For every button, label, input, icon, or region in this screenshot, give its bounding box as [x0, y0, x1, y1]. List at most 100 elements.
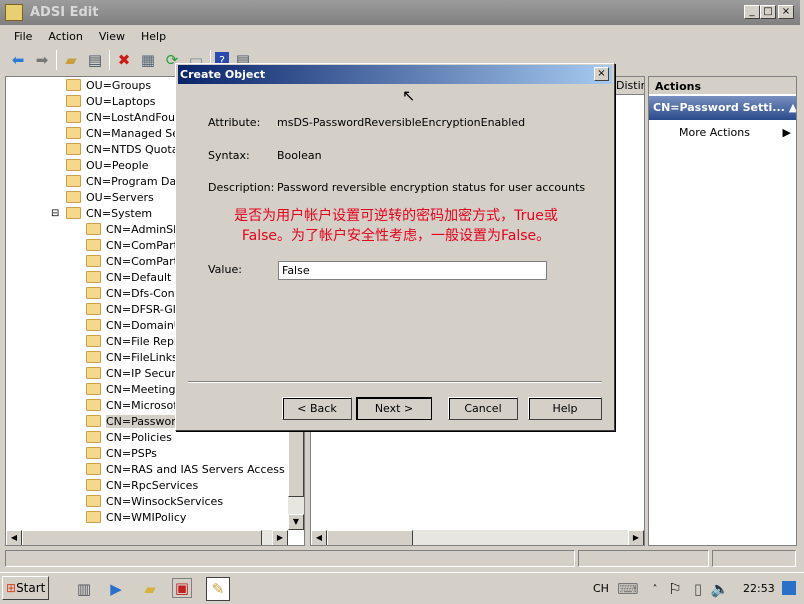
show-desktop-button[interactable] [782, 581, 796, 595]
forward-icon[interactable]: ➡ [32, 50, 52, 70]
scroll-thumb[interactable] [22, 530, 262, 545]
tree-item[interactable]: CN=RpcServices [86, 478, 198, 494]
properties-icon[interactable]: ▦ [138, 50, 158, 70]
cancel-button[interactable]: Cancel [448, 397, 518, 420]
tree-item-label: CN=RpcServices [106, 479, 199, 492]
tree-item-label: CN=RAS and IAS Servers Access Che [106, 463, 305, 476]
tree-item[interactable]: CN=Policies [86, 430, 172, 446]
tree-item-label: CN=WinsockServices [106, 495, 224, 508]
back-button[interactable]: < Back [282, 397, 352, 420]
tree-item[interactable]: CN=Microsoft [86, 398, 181, 414]
scroll-right-button[interactable]: ▶ [272, 530, 288, 545]
scroll-left-button[interactable]: ◀ [311, 530, 327, 545]
tree-item[interactable]: CN=Managed Serv [66, 126, 190, 142]
scroll-left-button[interactable]: ◀ [6, 530, 22, 545]
start-button[interactable]: ⊞Start [2, 576, 49, 600]
help-button[interactable]: Help [528, 397, 602, 420]
tree-item[interactable]: CN=WMIPolicy [86, 510, 186, 526]
tree-item[interactable]: CN=WinsockServices [86, 494, 223, 510]
attribute-label: Attribute: [208, 116, 261, 129]
tree-item[interactable]: CN=Dfs-Confi [86, 286, 181, 302]
tree-item[interactable]: OU=Servers [66, 190, 154, 206]
taskbar: ⊞Start ▥ ▶ ▰ ▣ ✎ CH ⌨ ˄ ⚐ ▯ 🔈 22:53 [0, 572, 804, 604]
volume-muted-icon[interactable]: 🔈 [710, 579, 730, 599]
server-manager-icon[interactable]: ▥ [74, 579, 94, 599]
more-actions-item[interactable]: More Actions ▶ [679, 126, 791, 139]
list-horizontal-scrollbar[interactable]: ◀ ▶ [311, 530, 644, 545]
tree-item-label: CN=ComPartit [106, 255, 186, 268]
show-hide-tree-icon[interactable]: ▤ [85, 50, 105, 70]
network-icon[interactable]: ▯ [688, 579, 708, 599]
scroll-right-button[interactable]: ▶ [628, 530, 644, 545]
tree-item-label: CN=PSPs [106, 447, 157, 460]
menu-file[interactable]: File [6, 26, 40, 46]
explorer-icon[interactable]: ▰ [140, 579, 160, 599]
clock[interactable]: 22:53 [743, 582, 775, 595]
status-panel [5, 550, 575, 567]
column-header-distinguished-name[interactable]: Distin [616, 79, 644, 92]
toolbar-separator [56, 50, 57, 70]
tree-item[interactable]: CN=PSPs [86, 446, 157, 462]
adsi-edit-app-icon [5, 4, 23, 21]
tree-item-label: OU=Servers [86, 191, 154, 204]
minimize-button[interactable]: _ [744, 5, 760, 19]
tree-item[interactable]: CN=IP Securit [86, 366, 183, 382]
show-hidden-icons[interactable]: ˄ [645, 579, 665, 599]
tree-item[interactable]: CN=ComPartit [86, 238, 185, 254]
up-icon[interactable]: ▰ [61, 50, 81, 70]
powershell-icon[interactable]: ▶ [106, 579, 126, 599]
scroll-down-button[interactable]: ▼ [288, 514, 304, 530]
tree-item[interactable]: CN=File Replic [86, 334, 186, 350]
folder-icon [86, 303, 101, 315]
tree-item[interactable]: CN=RAS and IAS Servers Access Che [86, 462, 305, 478]
tree-item[interactable]: CN=FileLinks [86, 350, 178, 366]
toolbar-separator [109, 50, 110, 70]
folder-icon [86, 495, 101, 507]
tree-item[interactable]: CN=NTDS Quotas [66, 142, 184, 158]
tree-item[interactable]: OU=Laptops [66, 94, 156, 110]
back-icon[interactable]: ⬅ [8, 50, 28, 70]
tree-item[interactable]: CN=Password [86, 414, 183, 430]
menu-action[interactable]: Action [40, 26, 90, 46]
maximize-button[interactable]: □ [760, 5, 776, 19]
dialog-close-button[interactable]: × [594, 67, 609, 81]
tree-item-label: CN=Password [106, 415, 183, 428]
next-button[interactable]: Next > [356, 397, 432, 420]
action-center-flag-icon[interactable]: ⚐ [665, 579, 685, 599]
actions-section-header[interactable]: CN=Password Setti... ▲ [649, 96, 796, 120]
tree-item[interactable]: CN=ComPartit [86, 254, 185, 270]
menu-help[interactable]: Help [133, 26, 174, 46]
tree-item-label: OU=Groups [86, 79, 152, 92]
delete-icon[interactable]: ✖ [114, 50, 134, 70]
dialog-title: Create Object [178, 65, 612, 84]
collapse-icon[interactable]: ▲ [789, 101, 796, 114]
folder-icon [66, 191, 81, 203]
folder-icon [86, 415, 101, 427]
folder-icon [66, 143, 81, 155]
folder-icon [86, 239, 101, 251]
tree-item[interactable]: OU=Groups [66, 78, 151, 94]
scroll-thumb[interactable] [327, 530, 413, 545]
tree-item[interactable]: CN=DomainUp [86, 318, 189, 334]
start-label: Start [16, 581, 46, 595]
value-input[interactable] [278, 261, 547, 280]
annotation-text: 是否为用户帐户设置可逆转的密码加密方式，True或 [234, 208, 558, 224]
tree-item[interactable]: CN=Program Data [66, 174, 187, 190]
adsi-edit-task-icon[interactable]: ✎ [206, 577, 230, 601]
syntax-value: Boolean [277, 149, 322, 162]
windows-logo-icon: ⊞ [6, 581, 17, 595]
tree-item[interactable]: CN=LostAndFound [66, 110, 189, 126]
keyboard-icon[interactable]: ⌨ [617, 579, 639, 599]
tree-item-label: CN=Policies [106, 431, 172, 444]
tree-horizontal-scrollbar[interactable]: ◀ ▶ [6, 530, 288, 545]
tree-item[interactable]: ⊟ CN=System [51, 206, 152, 222]
toolbox-icon[interactable]: ▣ [172, 578, 192, 598]
collapse-expander-icon[interactable]: ⊟ [51, 206, 59, 222]
tree-item[interactable]: OU=People [66, 158, 148, 174]
status-panel [578, 550, 709, 567]
close-button[interactable]: × [778, 5, 794, 19]
language-indicator[interactable]: CH [593, 582, 609, 595]
tree-item[interactable]: CN=Default D [86, 270, 183, 286]
tree-item[interactable]: CN=Meetings [86, 382, 181, 398]
menu-view[interactable]: View [91, 26, 133, 46]
